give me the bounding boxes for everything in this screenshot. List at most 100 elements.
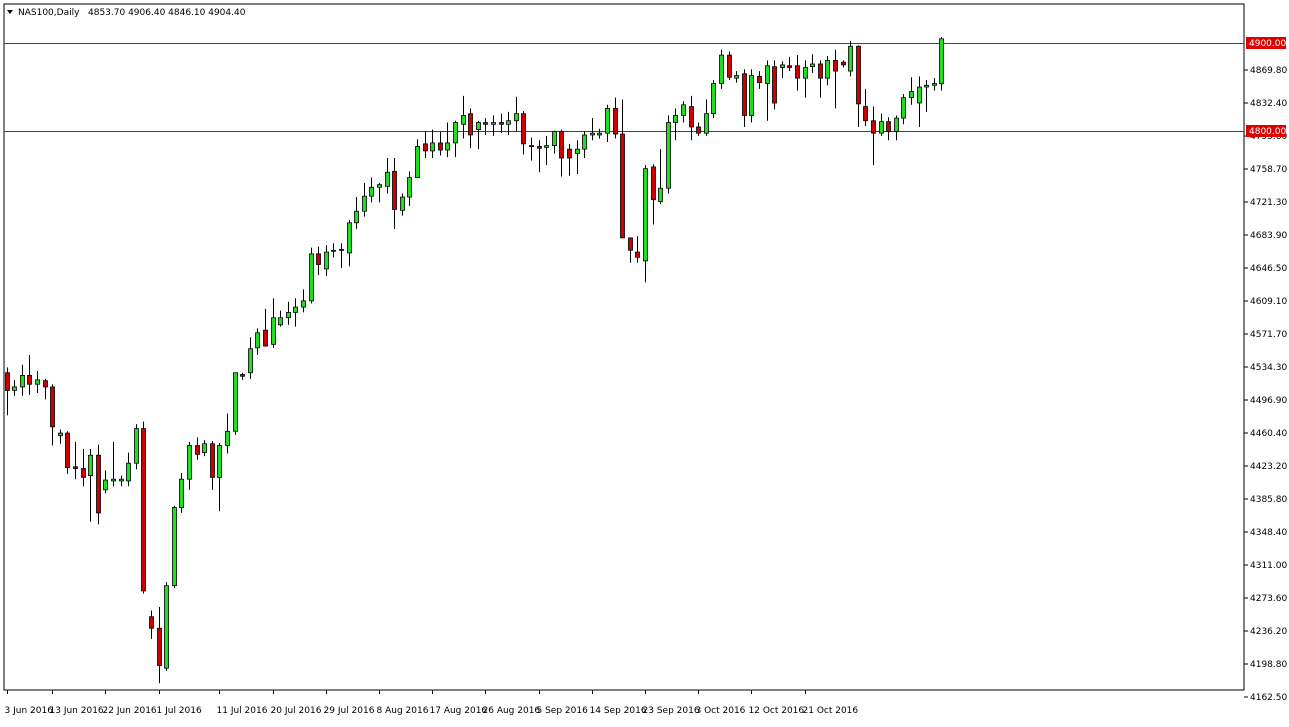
candle-body-bear <box>567 148 572 159</box>
candle-body-bull <box>673 115 678 123</box>
candle <box>339 243 344 269</box>
candle-body-bear <box>696 126 701 134</box>
candle-body-bull <box>810 63 815 68</box>
time-tick-label: 13 Jun 2016 <box>50 706 104 716</box>
time-tick-label: 29 Jul 2016 <box>324 706 375 716</box>
candle-body-bull <box>286 311 291 319</box>
candle-body-bear <box>795 65 800 79</box>
candle-body-bear <box>43 380 48 388</box>
candle-body-bear <box>27 374 32 385</box>
candle <box>187 441 192 490</box>
candle-body-bull <box>339 248 344 251</box>
plot-frame <box>3 3 1245 691</box>
candle-body-bear <box>195 445 200 455</box>
candle-body-bull <box>362 195 367 212</box>
candle <box>803 60 808 98</box>
candle-body-bear <box>757 75 762 84</box>
candle-body-bull <box>35 379 40 385</box>
candle-body-bull <box>643 168 648 262</box>
candle-body-bull <box>202 443 207 453</box>
candle-body-bear <box>841 61 846 66</box>
symbol-label: NAS100,Daily <box>18 8 80 18</box>
candle-body-bull <box>324 251 329 270</box>
candle <box>81 449 86 487</box>
candle <box>316 246 321 276</box>
candle-body-bear <box>423 143 428 152</box>
candle-body-bull <box>187 445 192 480</box>
candle-body-bear <box>689 106 694 128</box>
candle <box>651 164 656 225</box>
candle <box>825 55 830 86</box>
candle-body-bear <box>863 106 868 122</box>
candle <box>293 298 298 327</box>
candle-body-bear <box>628 237 633 251</box>
candle <box>157 606 162 684</box>
price-tick-label: 4348.40 <box>1250 528 1287 538</box>
candle-body-bull <box>514 113 519 122</box>
candle <box>263 308 268 347</box>
candles-layer <box>5 37 944 684</box>
time-tick-label: 3 Jun 2016 <box>5 706 54 716</box>
candle <box>932 78 937 91</box>
candle <box>248 337 253 379</box>
candle-body-bull <box>476 122 481 131</box>
candle-body-bull <box>803 67 808 79</box>
candle-body-bull <box>369 186 374 197</box>
candle-body-bull <box>917 86 922 104</box>
candle <box>590 118 595 141</box>
candle-body-bull <box>111 478 116 482</box>
candle <box>407 171 412 206</box>
price-tick-label: 4609.10 <box>1250 297 1287 307</box>
candle-body-bull <box>331 249 336 252</box>
candle <box>696 122 701 136</box>
time-tick-label: 5 Sep 2016 <box>537 706 589 716</box>
candle <box>210 441 215 490</box>
candle <box>255 328 260 355</box>
candle-body-bull <box>88 454 93 477</box>
candle <box>552 130 557 154</box>
candle <box>179 472 184 513</box>
levels-layer <box>4 43 1244 132</box>
price-tick-label: 4423.20 <box>1250 462 1287 472</box>
candle <box>559 129 564 177</box>
price-tick-label: 4162.50 <box>1250 693 1287 703</box>
candle-body-bull <box>582 134 587 150</box>
candle-body-bull <box>354 210 359 224</box>
candle-body-bear <box>742 73 747 116</box>
candle <box>301 289 306 313</box>
candle <box>787 56 792 72</box>
candle-body-bull <box>309 253 314 302</box>
candle-body-bear <box>635 251 640 258</box>
candle <box>628 237 633 263</box>
candle <box>863 88 868 127</box>
candle <box>172 505 177 589</box>
candle-body-bull <box>217 445 222 478</box>
time-tick-label: 1 Jul 2016 <box>157 706 202 716</box>
candle-body-bear <box>483 122 488 125</box>
candle-body-bull <box>415 146 420 178</box>
price-tick-label: 4198.80 <box>1250 660 1287 670</box>
ohlc-label: 4853.70 4906.40 4846.10 4904.40 <box>88 8 246 18</box>
candle <box>483 118 488 135</box>
candle-body-bull <box>453 122 458 144</box>
candle <box>331 243 336 258</box>
candle-body-bear <box>263 329 268 347</box>
candle-body-bear <box>559 130 564 159</box>
candle-body-bull <box>658 187 663 202</box>
candle <box>810 54 815 73</box>
candle <box>141 421 146 594</box>
level-label-0: 4900.00 <box>1249 39 1286 49</box>
candle-body-bull <box>681 104 686 116</box>
candle <box>537 140 542 173</box>
candle <box>476 120 481 150</box>
candle <box>909 77 914 105</box>
candle <box>195 437 200 460</box>
candle <box>27 354 32 395</box>
candle-body-bull <box>590 132 595 136</box>
candle <box>879 113 884 136</box>
dropdown-triangle-icon[interactable] <box>7 10 13 14</box>
candle <box>12 379 17 396</box>
candle <box>5 367 10 416</box>
candle <box>271 298 276 348</box>
candle-body-bear <box>833 60 838 72</box>
